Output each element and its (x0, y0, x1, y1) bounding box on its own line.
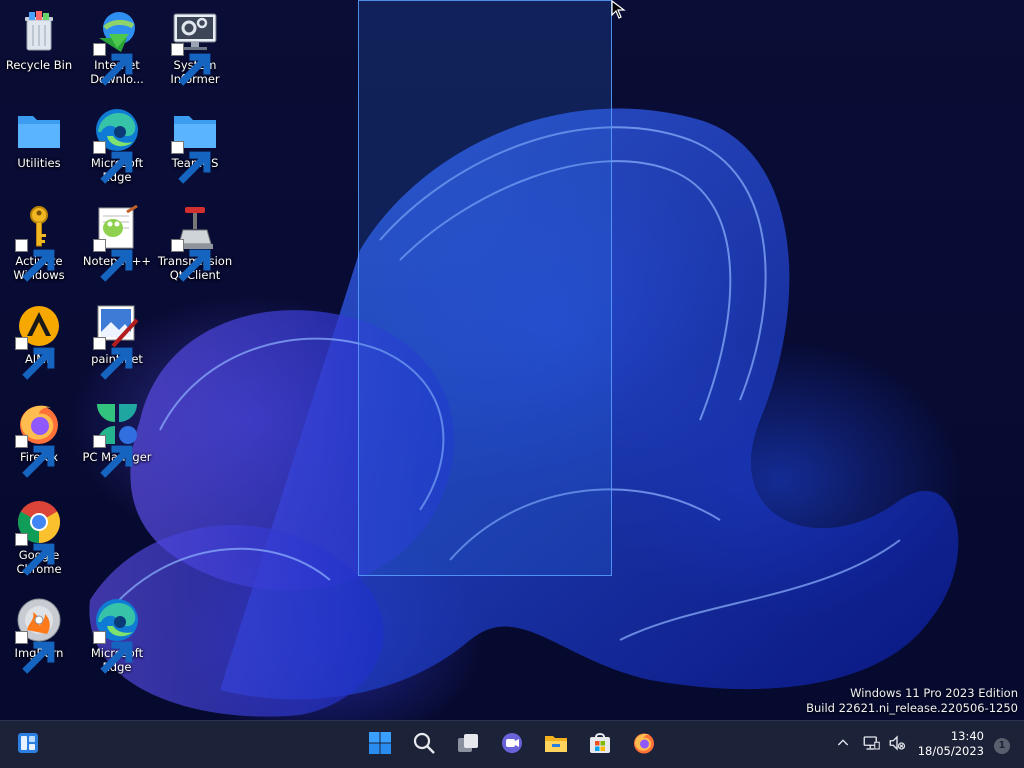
selection-rectangle (358, 0, 612, 576)
desktop-icon-recycle-bin[interactable]: Recycle Bin (0, 8, 78, 72)
edge-icon (93, 106, 141, 184)
shortcut-arrow-icon (93, 435, 133, 478)
watermark-edition: Windows 11 Pro 2023 Edition (850, 686, 1018, 700)
desktop-icon-system-informer[interactable]: System Informer (156, 8, 234, 86)
clock-time: 13:40 (950, 729, 984, 743)
taskbar-clock[interactable]: 13:40 18/05/2023 (918, 729, 984, 759)
notepadpp-icon (93, 204, 141, 282)
chrome-icon (15, 498, 63, 576)
shortcut-arrow-icon (15, 337, 55, 380)
clock-date: 18/05/2023 (917, 744, 984, 758)
taskbar: 13:40 18/05/2023 1 (0, 720, 1024, 768)
internet-download-manager-icon (93, 8, 141, 86)
firefox-icon (15, 400, 63, 478)
watermark-build: Build 22621.ni_release.220506-1250 (806, 701, 1018, 715)
system-informer-icon (171, 8, 219, 86)
shortcut-arrow-icon (93, 631, 133, 674)
desktop-icon-aimp[interactable]: AIMP (0, 302, 78, 380)
start-button[interactable] (364, 729, 396, 761)
firefox-taskbar-button[interactable] (628, 729, 660, 761)
shortcut-arrow-icon (93, 337, 133, 380)
desktop-icon-microsoft-edge[interactable]: Microsoft Edge (78, 106, 156, 184)
folder-icon (15, 106, 63, 154)
imgburn-icon (15, 596, 63, 674)
paintnet-icon (93, 302, 141, 380)
task-view-icon (456, 731, 480, 759)
windows-build-watermark: Windows 11 Pro 2023 Edition Build 22621.… (806, 686, 1018, 716)
volume-button[interactable] (884, 729, 910, 761)
key-icon (15, 204, 63, 282)
shortcut-arrow-icon (171, 239, 211, 282)
microsoft-store-icon (588, 731, 612, 759)
teams-chat-button[interactable] (496, 729, 528, 761)
file-explorer-button[interactable] (540, 729, 572, 761)
firefox-icon (632, 731, 656, 759)
teams-chat-icon (500, 731, 524, 759)
desktop-icon-teamos[interactable]: TeamOS (156, 106, 234, 184)
desktop-icon-pc-manager[interactable]: PC Manager (78, 400, 156, 478)
network-icon (862, 734, 880, 756)
desktop-icon-label: Utilities (17, 156, 61, 170)
shortcut-arrow-icon (93, 239, 133, 282)
edge-icon (93, 596, 141, 674)
desktop-icon-paintnet[interactable]: paint.net (78, 302, 156, 380)
desktop-icon-activate-windows[interactable]: Activate Windows (0, 204, 78, 282)
shortcut-arrow-icon (93, 141, 133, 184)
task-view-button[interactable] (452, 729, 484, 761)
folder-icon (171, 106, 219, 184)
shortcut-arrow-icon (93, 43, 133, 86)
desktop-icon-internet-download-manager[interactable]: Internet Downlo... (78, 8, 156, 86)
search-button[interactable] (408, 729, 440, 761)
desktop-icon-notepadpp[interactable]: Notepad++ (78, 204, 156, 282)
desktop-icon-imgburn[interactable]: ImgBurn (0, 596, 78, 674)
aimp-icon (15, 302, 63, 380)
chevron-up-icon (835, 735, 851, 755)
shortcut-arrow-icon (15, 533, 55, 576)
shortcut-arrow-icon (15, 631, 55, 674)
widgets-button[interactable] (12, 729, 44, 761)
transmission-icon (171, 204, 219, 282)
shortcut-arrow-icon (171, 141, 211, 184)
pc-manager-icon (93, 400, 141, 478)
volume-muted-icon (888, 734, 906, 756)
mouse-cursor-icon (611, 0, 627, 20)
file-explorer-icon (544, 731, 568, 759)
shortcut-arrow-icon (15, 435, 55, 478)
desktop-icon-utilities[interactable]: Utilities (0, 106, 78, 170)
microsoft-store-button[interactable] (584, 729, 616, 761)
shortcut-arrow-icon (171, 43, 211, 86)
show-hidden-icons-button[interactable] (830, 729, 856, 761)
shortcut-arrow-icon (15, 239, 55, 282)
desktop-icon-google-chrome[interactable]: Google Chrome (0, 498, 78, 576)
widgets-icon (16, 731, 40, 759)
start-icon (368, 731, 392, 759)
desktop-icon-microsoft-edge-2[interactable]: Microsoft Edge (78, 596, 156, 674)
notification-badge[interactable]: 1 (994, 738, 1010, 754)
recycle-bin-icon (15, 8, 63, 56)
desktop-icon-transmission[interactable]: Transmission Qt Client (156, 204, 234, 282)
network-button[interactable] (858, 729, 884, 761)
desktop-icon-firefox[interactable]: Firefox (0, 400, 78, 478)
search-icon (412, 731, 436, 759)
desktop-icon-label: Recycle Bin (5, 58, 73, 72)
